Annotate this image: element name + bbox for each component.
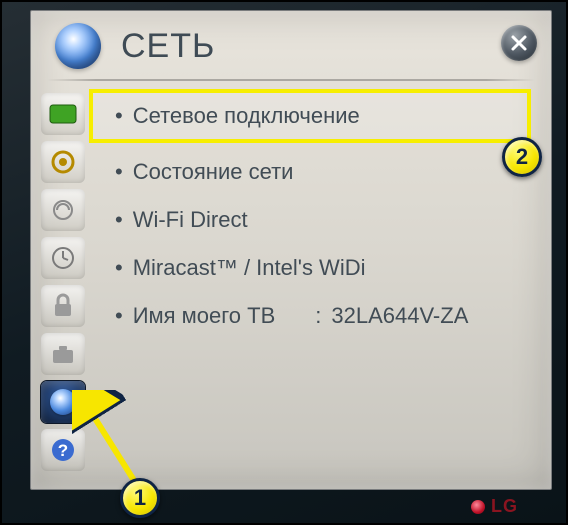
annotation-number: 2 xyxy=(516,144,528,170)
clock-icon xyxy=(50,245,76,271)
menu-item-network-status[interactable]: • Состояние сети xyxy=(97,159,523,185)
lock-icon xyxy=(52,293,74,319)
header: СЕТЬ xyxy=(55,23,215,69)
satellite-icon xyxy=(50,197,76,223)
brand-text: LG xyxy=(491,496,518,517)
sidebar-item-picture[interactable] xyxy=(41,93,85,135)
tv-name-colon: : xyxy=(315,303,321,329)
sidebar-item-time[interactable] xyxy=(41,237,85,279)
bullet-icon: • xyxy=(115,303,123,329)
close-button[interactable] xyxy=(501,25,537,61)
sidebar-item-channel[interactable] xyxy=(41,189,85,231)
globe-icon xyxy=(55,23,101,69)
annotation-number: 1 xyxy=(134,485,146,511)
menu-item-network-connection[interactable]: • Сетевое подключение xyxy=(89,89,531,143)
sidebar-item-lock[interactable] xyxy=(41,285,85,327)
annotation-callout-2: 2 xyxy=(502,137,542,177)
brand-dot-icon xyxy=(471,500,485,514)
menu-item-miracast[interactable]: • Miracast™ / Intel's WiDi xyxy=(97,255,523,281)
tv-frame: СЕТЬ xyxy=(0,0,568,525)
briefcase-icon xyxy=(51,342,75,366)
header-divider xyxy=(47,79,535,81)
network-menu: • Сетевое подключение • Состояние сети •… xyxy=(97,103,523,329)
bullet-icon: • xyxy=(115,207,123,233)
sound-icon xyxy=(50,149,76,175)
sidebar-item-option[interactable] xyxy=(41,333,85,375)
bullet-icon: • xyxy=(115,103,123,129)
page-title: СЕТЬ xyxy=(121,27,215,66)
tv-name-value: 32LA644V-ZA xyxy=(331,303,468,329)
sidebar-item-sound[interactable] xyxy=(41,141,85,183)
menu-item-label: Сетевое подключение xyxy=(133,103,360,129)
annotation-callout-1: 1 xyxy=(120,478,160,518)
menu-item-label: Miracast™ / Intel's WiDi xyxy=(133,255,366,281)
brand-logo: LG xyxy=(471,496,518,517)
menu-item-label: Состояние сети xyxy=(133,159,294,185)
svg-text:?: ? xyxy=(58,441,68,460)
menu-item-tv-name[interactable]: • Имя моего ТВ : 32LA644V-ZA xyxy=(97,303,523,329)
menu-item-wifi-direct[interactable]: • Wi-Fi Direct xyxy=(97,207,523,233)
picture-icon xyxy=(49,104,77,124)
bullet-icon: • xyxy=(115,255,123,281)
menu-item-label: Wi-Fi Direct xyxy=(133,207,248,233)
tv-name-label: Имя моего ТВ xyxy=(133,303,276,329)
close-icon xyxy=(510,34,528,52)
bullet-icon: • xyxy=(115,159,123,185)
